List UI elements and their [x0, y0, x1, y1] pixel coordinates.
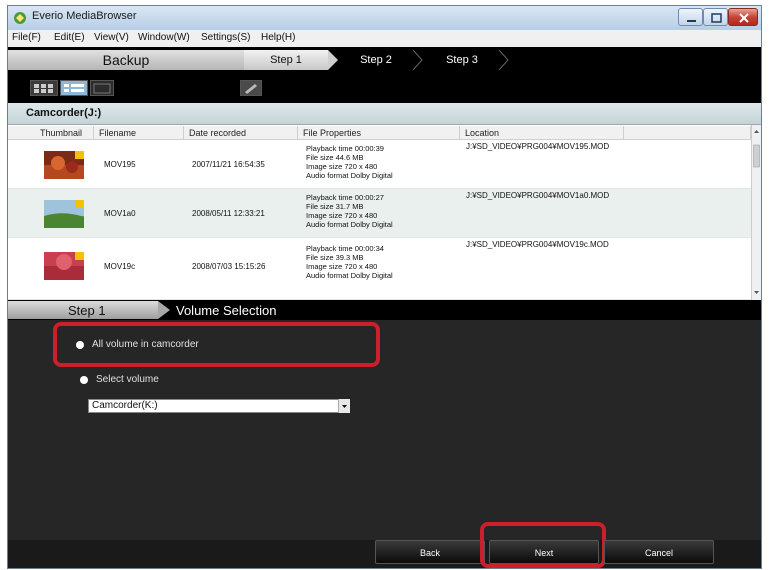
property-image-size: Image size 720 x 480: [306, 211, 378, 220]
filename-cell: MOV195: [104, 160, 136, 169]
table-scrollbar[interactable]: [751, 125, 761, 300]
date-cell: 2007/11/21 16:54:35: [192, 160, 265, 169]
property-file-size: File size 44.6 MB: [306, 153, 364, 162]
property-file-size: File size 31.7 MB: [306, 202, 364, 211]
table-row[interactable]: MOV19c 2008/07/03 15:15:26 Playback time…: [8, 238, 751, 300]
maximize-icon: [711, 13, 722, 23]
radio-select-volume[interactable]: [80, 376, 88, 384]
panel-title: Volume Selection: [176, 303, 277, 318]
camcorder-label: Camcorder(J:): [26, 107, 102, 119]
date-cell: 2008/05/11 12:33:21: [192, 209, 265, 218]
dropdown-arrow[interactable]: [338, 399, 350, 413]
location-cell: J:¥SD_VIDEO¥PRG004¥MOV195.MOD: [466, 142, 610, 151]
property-playback: Playback time 00:00:39: [306, 144, 384, 153]
filename-cell: MOV19c: [104, 262, 136, 271]
property-image-size: Image size 720 x 480: [306, 262, 378, 271]
column-date-recorded[interactable]: Date recorded: [184, 126, 298, 140]
toolbar: [8, 71, 761, 103]
column-file-properties[interactable]: File Properties: [298, 126, 460, 140]
step-2-indicator: Step 2: [360, 54, 392, 66]
maximize-button[interactable]: [703, 8, 728, 26]
close-icon: [739, 13, 749, 23]
step-separator-icon: [412, 50, 423, 70]
calendar-icon: [93, 83, 111, 94]
panel-step-arrow: [158, 301, 170, 319]
property-file-size: File size 39.3 MB: [306, 253, 364, 262]
menu-window[interactable]: Window(W): [138, 32, 190, 43]
grid-view-icon: [34, 84, 53, 93]
app-icon: [14, 12, 26, 24]
pencil-icon: [245, 84, 257, 94]
details-view-button[interactable]: [60, 80, 88, 96]
property-playback: Playback time 00:00:27: [306, 193, 384, 202]
video-thumbnail: [44, 252, 84, 280]
menu-view[interactable]: View(V): [94, 32, 129, 43]
video-thumbnail: [44, 151, 84, 179]
calendar-view-button[interactable]: [90, 80, 114, 96]
table-row[interactable]: MOV195 2007/11/21 16:54:35 Playback time…: [8, 140, 751, 189]
property-audio: Audio format Dolby Digital: [306, 171, 393, 180]
volume-dropdown-value: Camcorder(K:): [92, 400, 158, 411]
app-window: Everio MediaBrowser File(F) Edit(E) View…: [8, 6, 761, 568]
menu-edit[interactable]: Edit(E): [54, 32, 85, 43]
next-button[interactable]: Next: [489, 540, 599, 564]
chevron-down-icon: [342, 405, 347, 408]
minimize-button[interactable]: [678, 8, 703, 26]
panel-step-label: Step 1: [68, 303, 106, 318]
property-image-size: Image size 720 x 480: [306, 162, 378, 171]
option-all-volume-label[interactable]: All volume in camcorder: [92, 339, 199, 350]
list-view-icon: [64, 84, 84, 92]
step-1-indicator: Step 1: [244, 50, 328, 70]
close-button[interactable]: [728, 8, 758, 26]
cancel-button[interactable]: Cancel: [604, 540, 714, 564]
radio-all-volume[interactable]: [76, 341, 84, 349]
property-playback: Playback time 00:00:34: [306, 244, 384, 253]
table-row[interactable]: MOV1a0 2008/05/11 12:33:21 Playback time…: [8, 189, 751, 238]
menu-help[interactable]: Help(H): [261, 32, 295, 43]
step-arrow: [328, 50, 338, 70]
date-cell: 2008/07/03 15:15:26: [192, 262, 266, 271]
property-audio: Audio format Dolby Digital: [306, 220, 393, 229]
option-select-volume-label[interactable]: Select volume: [96, 374, 159, 385]
location-cell: J:¥SD_VIDEO¥PRG004¥MOV1a0.MOD: [466, 191, 610, 200]
camcorder-header: [8, 103, 761, 125]
menu-file[interactable]: File(F): [12, 32, 41, 43]
backup-label: Backup: [102, 52, 150, 68]
minimize-icon: [687, 20, 696, 22]
column-thumbnail[interactable]: Thumbnail: [8, 126, 94, 140]
column-location[interactable]: Location: [460, 126, 624, 140]
column-filename[interactable]: Filename: [94, 126, 184, 140]
menu-bar: File(F) Edit(E) View(V) Window(W) Settin…: [8, 30, 761, 47]
window-title: Everio MediaBrowser: [32, 10, 137, 22]
filename-cell: MOV1a0: [104, 209, 136, 218]
column-extra: [624, 126, 751, 140]
thumbnail-view-button[interactable]: [30, 80, 58, 96]
video-thumbnail: [44, 200, 84, 228]
step-separator-icon: [498, 50, 509, 70]
property-audio: Audio format Dolby Digital: [306, 271, 393, 280]
step-3-indicator: Step 3: [446, 54, 478, 66]
location-cell: J:¥SD_VIDEO¥PRG004¥MOV19c.MOD: [466, 240, 609, 249]
menu-settings[interactable]: Settings(S): [201, 32, 250, 43]
back-button[interactable]: Back: [375, 540, 485, 564]
scroll-arrows-icon: [753, 130, 760, 294]
edit-tool-button[interactable]: [240, 80, 262, 96]
